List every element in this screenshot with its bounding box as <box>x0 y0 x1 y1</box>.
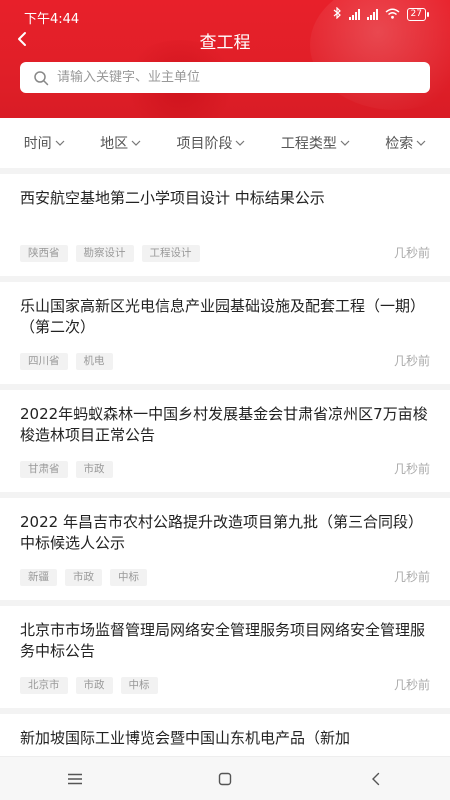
item-time: 几秒前 <box>393 246 430 260</box>
tag: 中标 <box>120 677 158 694</box>
filter-label: 时间 <box>23 136 52 152</box>
item-tags: 北京市 市政 中标 <box>20 677 158 694</box>
tag: 市政 <box>75 461 113 478</box>
signal-icon <box>348 9 360 20</box>
filter-label: 工程类型 <box>280 136 337 152</box>
tag: 中标 <box>110 569 147 586</box>
chevron-down-icon <box>131 140 141 146</box>
status-time: 下午4:44 <box>24 12 80 27</box>
bluetooth-icon <box>333 6 342 22</box>
tag: 市政 <box>75 677 113 694</box>
chevron-down-icon <box>55 140 65 146</box>
list-item[interactable]: 2022 年昌吉市农村公路提升改造项目第九批（第三合同段）中标候选人公示 新疆 … <box>0 498 450 606</box>
tag: 四川省 <box>20 353 68 370</box>
filter-label: 检索 <box>385 136 414 152</box>
filter-region[interactable]: 地区 <box>100 133 141 153</box>
item-title: 乐山国家高新区光电信息产业园基础设施及配套工程（一期）（第二次） <box>20 297 426 336</box>
project-list: 西安航空基地第二小学项目设计 中标结果公示 陕西省 勘察设计 工程设计 几秒前 … <box>0 174 450 778</box>
search-icon <box>34 70 49 85</box>
filter-bar: 时间 地区 项目阶段 工程类型 检索 <box>0 118 450 168</box>
chevron-down-icon <box>236 140 245 146</box>
list-item[interactable]: 北京市市场监督管理局网络安全管理服务项目网络安全管理服务中标公告 北京市 市政 … <box>0 606 450 714</box>
item-title: 新加坡国际工业博览会暨中国山东机电产品（新加 <box>20 729 351 747</box>
item-title: 北京市市场监督管理局网络安全管理服务项目网络安全管理服务中标公告 <box>20 621 426 660</box>
home-icon <box>218 772 232 785</box>
search-bar[interactable] <box>20 62 430 93</box>
header: 下午4:44 27 查工程 <box>0 0 450 118</box>
list-item[interactable]: 乐山国家高新区光电信息产业园基础设施及配套工程（一期）（第二次） 四川省 机电 … <box>0 282 450 390</box>
back-icon <box>371 772 379 785</box>
filter-search[interactable]: 检索 <box>385 133 426 153</box>
hd-signal-icon <box>366 9 378 20</box>
back-nav-button[interactable] <box>355 764 395 794</box>
chevron-down-icon <box>340 140 350 146</box>
tag: 勘察设计 <box>75 245 134 262</box>
list-item[interactable]: 西安航空基地第二小学项目设计 中标结果公示 陕西省 勘察设计 工程设计 几秒前 <box>0 174 450 282</box>
item-tags: 陕西省 勘察设计 工程设计 <box>20 245 200 262</box>
item-title: 2022 年昌吉市农村公路提升改造项目第九批（第三合同段）中标候选人公示 <box>20 513 423 552</box>
item-tags: 四川省 机电 <box>20 353 113 370</box>
list-item[interactable]: 2022年蚂蚁森林一中国乡村发展基金会甘肃省凉州区7万亩梭梭造林项目正常公告 甘… <box>0 390 450 498</box>
menu-icon <box>68 773 82 784</box>
filter-time[interactable]: 时间 <box>24 133 65 153</box>
system-nav-bar <box>0 756 450 800</box>
tag: 工程设计 <box>141 245 200 262</box>
item-time: 几秒前 <box>393 462 430 476</box>
home-button[interactable] <box>205 764 245 794</box>
chevron-down-icon <box>416 140 426 146</box>
item-time: 几秒前 <box>393 354 430 368</box>
search-input[interactable] <box>57 70 397 85</box>
item-tags: 甘肃省 市政 <box>20 461 113 478</box>
item-title: 西安航空基地第二小学项目设计 中标结果公示 <box>20 189 325 207</box>
page-title: 查工程 <box>199 33 251 53</box>
tag: 市政 <box>65 569 102 586</box>
menu-button[interactable] <box>55 764 95 794</box>
tag: 机电 <box>75 353 113 370</box>
status-icons: 27 <box>333 6 430 22</box>
item-time: 几秒前 <box>393 678 430 692</box>
wifi-icon <box>385 8 400 22</box>
filter-label: 地区 <box>100 136 129 152</box>
tag: 甘肃省 <box>20 461 68 478</box>
filter-type[interactable]: 工程类型 <box>281 133 350 153</box>
tag: 陕西省 <box>20 245 68 262</box>
item-time: 几秒前 <box>393 570 430 584</box>
tag: 新疆 <box>20 569 57 586</box>
filter-label: 项目阶段 <box>176 136 233 152</box>
filter-stage[interactable]: 项目阶段 <box>176 133 245 153</box>
item-tags: 新疆 市政 中标 <box>20 569 147 586</box>
item-title: 2022年蚂蚁森林一中国乡村发展基金会甘肃省凉州区7万亩梭梭造林项目正常公告 <box>20 405 428 444</box>
battery-icon: 27 <box>406 8 430 21</box>
tag: 北京市 <box>20 677 68 694</box>
title-row: 查工程 <box>0 26 450 54</box>
